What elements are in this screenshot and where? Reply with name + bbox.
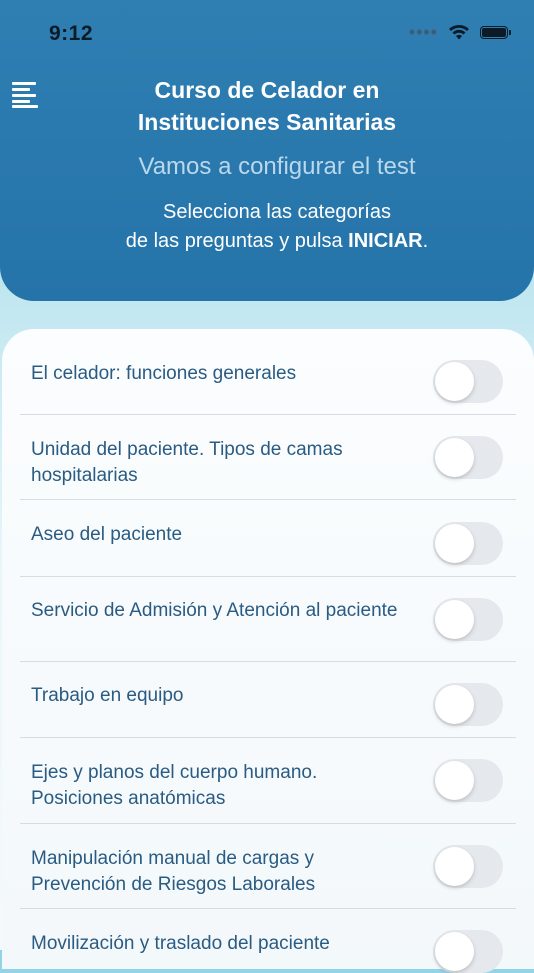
category-toggle[interactable] <box>433 598 503 641</box>
category-toggle[interactable] <box>433 360 503 403</box>
category-row: Aseo del paciente <box>20 500 516 577</box>
category-list: El celador: funciones generales Unidad d… <box>2 329 534 973</box>
category-label: Ejes y planos del cuerpo humano. Posicio… <box>31 762 318 809</box>
instructions: Selecciona las categorías de las pregunt… <box>40 198 514 256</box>
wifi-icon <box>449 25 469 40</box>
header: 9:12 •••• Curso de Celador en Institucio… <box>0 0 534 301</box>
category-label: Movilización y traslado del paciente <box>31 933 330 954</box>
instructions-prefix: de las preguntas y pulsa <box>125 230 349 252</box>
category-toggle[interactable] <box>433 930 503 973</box>
signal-dots-icon: •••• <box>408 22 438 42</box>
category-toggle[interactable] <box>433 436 503 479</box>
category-row: El celador: funciones generales <box>20 329 516 415</box>
title-line-1: Curso de Celador en <box>154 77 380 103</box>
category-row: Servicio de Admisión y Atención al pacie… <box>20 577 516 662</box>
toggle-knob <box>435 932 474 971</box>
category-toggle[interactable] <box>433 759 503 802</box>
category-row: Movilización y traslado del paciente <box>20 909 516 973</box>
toggle-knob <box>435 685 474 724</box>
toggle-knob <box>435 761 474 800</box>
toggle-knob <box>435 438 474 477</box>
instructions-iniciar: INICIAR <box>348 230 423 252</box>
page-subtitle: Vamos a configurar el test <box>138 153 416 180</box>
toggle-knob <box>435 600 474 639</box>
category-label: Manipulación manual de cargas y Prevenci… <box>31 848 316 895</box>
category-toggle[interactable] <box>433 845 503 888</box>
toggle-knob <box>435 847 474 886</box>
category-row: Unidad del paciente. Tipos de camas hosp… <box>20 415 516 500</box>
category-toggle[interactable] <box>433 522 503 565</box>
page-title: Curso de Celador en Instituciones Sanita… <box>90 74 444 138</box>
category-label: Trabajo en equipo <box>31 685 184 706</box>
toggle-knob <box>435 362 474 401</box>
instructions-line-1: Selecciona las categorías <box>163 201 391 223</box>
category-row: Trabajo en equipo <box>20 662 516 738</box>
title-line-2: Instituciones Sanitarias <box>137 109 397 135</box>
category-label: Aseo del paciente <box>31 524 183 545</box>
status-time: 9:12 <box>49 22 94 45</box>
menu-button[interactable] <box>12 82 40 108</box>
category-row: Manipulación manual de cargas y Prevenci… <box>20 824 516 909</box>
instructions-suffix: . <box>422 230 429 252</box>
category-label: El celador: funciones generales <box>31 363 297 384</box>
category-toggle[interactable] <box>433 683 503 726</box>
battery-icon <box>480 25 511 39</box>
category-label: Servicio de Admisión y Atención al pacie… <box>31 600 398 621</box>
instructions-line-2: de las preguntas y pulsa INICIAR. <box>40 227 514 256</box>
category-row: Ejes y planos del cuerpo humano. Posicio… <box>20 738 516 824</box>
category-label: Unidad del paciente. Tipos de camas hosp… <box>31 439 343 486</box>
status-icons: •••• <box>408 22 511 42</box>
toggle-knob <box>435 524 474 563</box>
status-bar: 9:12 •••• <box>0 0 534 66</box>
